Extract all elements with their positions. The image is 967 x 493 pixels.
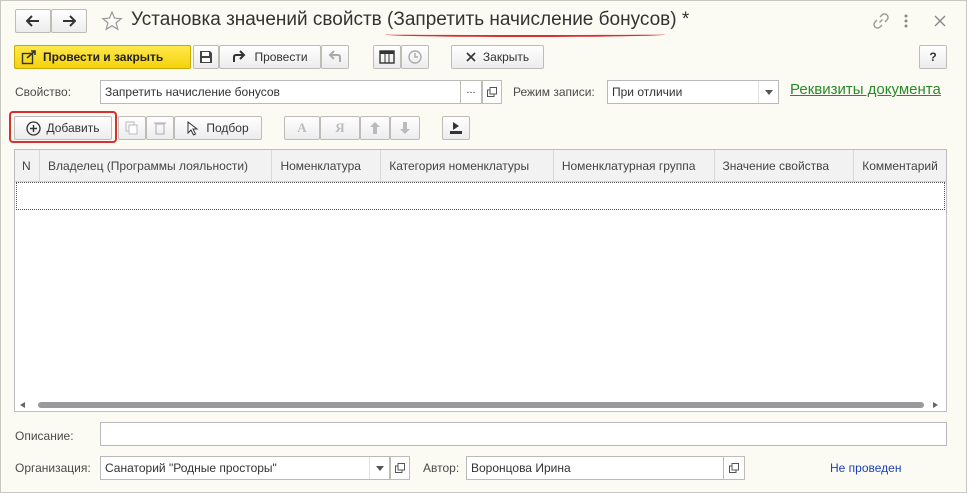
post-arrow-icon	[233, 50, 246, 62]
property-field[interactable]: Запретить начисление бонусов	[100, 80, 461, 104]
pick-button[interactable]: Подбор	[174, 116, 262, 140]
record-mode-dropdown[interactable]	[758, 81, 779, 103]
empty-row-focus[interactable]	[16, 182, 945, 210]
chevron-down-icon	[376, 465, 384, 471]
arrow-left-icon	[26, 15, 39, 27]
description-label: Описание:	[15, 429, 74, 443]
author-open-button[interactable]	[723, 456, 745, 480]
property-open-button[interactable]	[482, 80, 502, 104]
structure-table-icon	[379, 50, 395, 64]
table-header: N Владелец (Программы лояльности) Номенк…	[15, 150, 946, 182]
open-link-icon	[729, 463, 739, 473]
history-clock-icon	[408, 50, 422, 64]
post-label: Провести	[254, 50, 308, 64]
close-button[interactable]: Закрыть	[451, 45, 544, 69]
fill-down-button[interactable]	[442, 116, 470, 140]
items-table: N Владелец (Программы лояльности) Номенк…	[14, 149, 947, 412]
status-text: Не проведен	[830, 461, 902, 475]
column-header-category[interactable]: Категория номенклатуры	[381, 150, 554, 181]
fill-down-icon	[450, 122, 462, 134]
trash-icon	[154, 122, 166, 135]
organization-label: Организация:	[15, 461, 91, 475]
structure-button[interactable]	[373, 45, 401, 69]
organization-open-button[interactable]	[390, 456, 410, 480]
sort-desc-button[interactable]: Я	[320, 116, 360, 140]
record-mode-label: Режим записи:	[513, 85, 595, 99]
column-header-nomenclature[interactable]: Номенклатура	[272, 150, 382, 181]
property-label: Свойство:	[15, 85, 72, 99]
add-label: Добавить	[46, 121, 100, 135]
open-link-icon	[395, 463, 405, 473]
link-icon[interactable]	[873, 13, 889, 29]
open-link-icon	[487, 87, 497, 97]
back-button[interactable]	[15, 9, 51, 33]
arrow-up-icon	[370, 122, 380, 134]
post-and-close-button[interactable]: Провести и закрыть	[14, 45, 191, 69]
author-field[interactable]: Воронцова Ирина	[466, 456, 724, 480]
add-button[interactable]: Добавить	[14, 116, 112, 140]
post-and-close-icon	[21, 50, 36, 65]
organization-field[interactable]: Санаторий "Родные просторы"	[100, 456, 390, 480]
close-x-icon	[466, 52, 476, 62]
record-mode-select[interactable]: При отличии	[607, 80, 779, 104]
delete-row-button[interactable]	[146, 116, 174, 140]
move-down-button[interactable]	[390, 116, 420, 140]
scrollbar-thumb[interactable]	[38, 402, 924, 408]
organization-dropdown[interactable]	[369, 457, 390, 479]
column-header-owner[interactable]: Владелец (Программы лояльности)	[40, 150, 273, 181]
sort-desc-label: Я	[335, 120, 345, 135]
close-window-icon[interactable]	[934, 15, 946, 27]
property-select-button[interactable]: ...	[460, 80, 482, 104]
arrow-down-icon	[400, 122, 410, 134]
more-menu-icon[interactable]	[903, 13, 909, 29]
forward-button[interactable]	[51, 9, 87, 33]
favorite-star-icon[interactable]	[101, 10, 123, 32]
column-header-group[interactable]: Номенклатурная группа	[554, 150, 715, 181]
help-button[interactable]: ?	[919, 45, 947, 69]
arrow-right-icon	[63, 15, 76, 27]
save-button[interactable]	[193, 45, 219, 69]
history-button[interactable]	[401, 45, 429, 69]
save-floppy-icon	[200, 51, 212, 63]
doc-details-link[interactable]: Реквизиты документа	[790, 81, 941, 98]
copy-row-button[interactable]	[118, 116, 146, 140]
column-header-n[interactable]: N	[15, 150, 40, 181]
property-ellipsis: ...	[466, 84, 476, 96]
chevron-down-icon	[765, 89, 773, 95]
scroll-left-icon[interactable]	[20, 402, 25, 408]
undo-post-button[interactable]	[321, 45, 349, 69]
column-header-property-value[interactable]: Значение свойства	[715, 150, 855, 181]
title-spellcheck-underline	[385, 32, 665, 37]
post-button[interactable]: Провести	[219, 45, 321, 69]
window-title: Установка значений свойств (Запретить на…	[131, 9, 690, 30]
undo-post-icon	[328, 50, 341, 62]
post-and-close-label: Провести и закрыть	[43, 50, 164, 64]
horizontal-scrollbar[interactable]	[15, 399, 946, 411]
cursor-icon	[187, 120, 199, 136]
author-label: Автор:	[423, 461, 460, 475]
move-up-button[interactable]	[360, 116, 390, 140]
plus-circle-icon	[26, 120, 42, 136]
column-header-comment[interactable]: Комментарий	[854, 150, 946, 181]
copy-icon	[125, 121, 138, 135]
help-label: ?	[929, 50, 937, 64]
document-window: Установка значений свойств (Запретить на…	[0, 0, 967, 493]
sort-asc-label: А	[297, 120, 307, 135]
scroll-right-icon[interactable]	[933, 402, 938, 408]
description-field[interactable]	[100, 422, 947, 446]
close-label: Закрыть	[482, 50, 530, 64]
sort-asc-button[interactable]: А	[284, 116, 320, 140]
pick-label: Подбор	[206, 121, 249, 135]
